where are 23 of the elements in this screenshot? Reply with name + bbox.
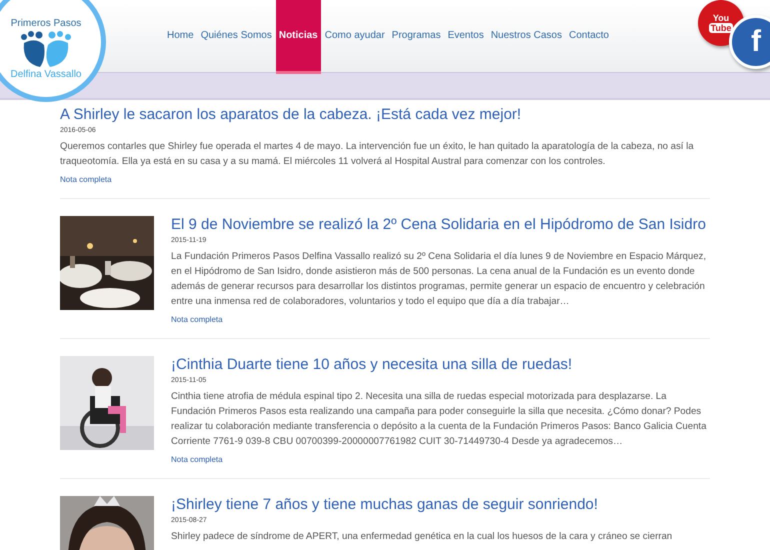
read-more-link[interactable]: Nota completa <box>60 175 112 184</box>
nav-link[interactable]: Contacto <box>566 0 612 70</box>
nav-link[interactable]: Como ayudar <box>322 0 388 70</box>
nav-link[interactable]: Home <box>164 0 197 70</box>
article-title[interactable]: ¡Shirley tiene 7 años y tiene muchas ganas de seguir sonriendo! <box>171 495 598 514</box>
logo-text: Primeros Pasos <box>10 18 82 29</box>
article-title[interactable]: ¡Cinthia Duarte tiene 10 años y necesita una silla de ruedas! <box>171 355 572 374</box>
logo-text: Delfina Vassallo <box>10 69 82 80</box>
read-more-link[interactable]: Nota completa <box>171 455 223 464</box>
nav-link[interactable]: Programas <box>388 0 444 70</box>
article-summary: Cinthia tiene atrofia de médula espinal tipo 2. Necesita una silla de ruedas especial motorizada para desplazarse. La Fundación Primeros Pasos esta realizando una campaña para poder conseguirle la silla que necesita. ¿Cómo donar? Podes realizar tu colaboración mediante transferencia o depósito a la cuenta de la Fundación Primeros Pasos: Banco Galicia Cuenta Corriente 7761-9 039-8 CBU 00700399-20000007761982 CUIT 30-71449730-4 Desde ya agradecemos… <box>171 390 708 449</box>
nav-link[interactable]: Eventos <box>444 0 487 70</box>
article-summary: Shirley padece de síndrome de APERT, una enfermedad genética en la cual los huesos de la cara y cráneo se cierran <box>171 530 672 544</box>
article-title[interactable]: El 9 de Noviembre se realizó la 2º Cena Solidaria en el Hipódromo de San Isidro <box>171 215 706 234</box>
nav-link[interactable]: Nuestros Casos <box>488 0 565 70</box>
footprints-icon <box>18 29 74 69</box>
nav-link[interactable]: Noticias <box>276 0 321 74</box>
article-title[interactable]: A Shirley le sacaron los aparatos de la cabeza. ¡Está cada vez mejor! <box>60 105 522 124</box>
article-summary: La Fundación Primeros Pasos Delfina Vassallo realizó su 2º Cena Solidaria el día lunes 9 de Noviembre en Espacio Márquez, en el Hipódromo de San Isidro, donde asistieron más de 500 personas. La cena anual de la Fundación es un evento donde además de generar recursos para desarrollar los distintos programas, permite generar un espacio de encuentro y celebración entre una inmensa red de colaboradores, voluntarios y todo el equipo que día a día trabajar… <box>171 250 707 309</box>
nav-link[interactable]: Quiénes Somos <box>198 0 275 70</box>
read-more-link[interactable]: Nota completa <box>171 315 223 324</box>
article-summary: Queremos contarles que Shirley fue operada el martes 4 de mayo. La intervención fue un éxito, le han quitado la aparatología de la cabeza, no así la traqueotomía. Ella ya está en su casa y a su mamá. El miércoles 11 volverá al Hospital Austral para comenzar con los controles. <box>60 140 695 169</box>
logo[interactable]: Primeros Pasos Delfina Vassallo <box>0 0 106 102</box>
